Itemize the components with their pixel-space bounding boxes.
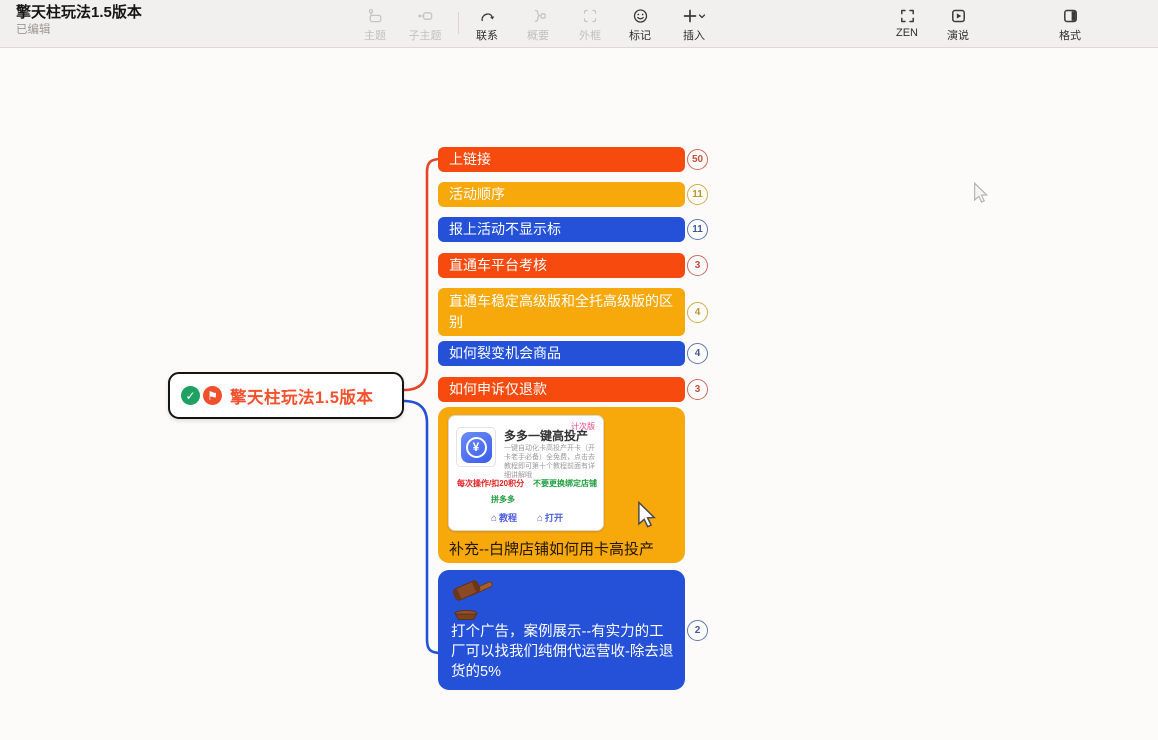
topic-icon [351,6,399,26]
branch-node[interactable]: 直通车稳定高级版和全托高级版的区别 [438,288,685,336]
app-cost-note: 每次操作/扣20积分 [457,478,524,489]
toolbar: 擎天柱玩法1.5版本 已编辑 主题 子主题 联系 概要 外框 [0,0,1158,48]
supplement-node[interactable]: ¥ 多多一键高投产 计次版 一键自动化卡高投产开卡（开卡老手必备）全免费，点击去… [438,407,685,563]
toolbar-zen-label: ZEN [883,27,931,39]
summary-icon [514,6,562,26]
toolbar-zen-button[interactable]: ZEN [883,4,931,46]
branch-label: 如何裂变机会商品 [449,345,561,361]
task-count-badge[interactable]: 4 [687,343,708,364]
branch-node[interactable]: 直通车平台考核 [438,253,685,278]
boundary-icon [566,6,614,26]
toolbar-marker-button[interactable]: 标记 [616,4,664,46]
toolbar-format-button[interactable]: 格式 [1046,4,1094,46]
toolbar-boundary-label: 外框 [566,27,614,43]
toolbar-pitch-button[interactable]: 演说 [934,4,982,46]
branch-label: 报上活动不显示标 [449,221,561,237]
app-platform-label: 拼多多 [491,494,515,505]
check-marker-icon[interactable]: ✓ [181,386,200,405]
branch-label: 直通车平台考核 [449,257,547,273]
branch-node[interactable]: 活动顺序 [438,182,685,207]
zen-mode-icon [883,6,931,26]
subtopic-icon [401,6,449,26]
document-status: 已编辑 [16,23,142,38]
ad-node[interactable]: 打个广告，案例展示--有实力的工厂可以找我们纯佣代运营收-除去退货的5% [438,570,685,690]
central-topic-node[interactable]: ✓ ⚑ 擎天柱玩法1.5版本 [168,372,404,419]
toolbar-relationship-button[interactable]: 联系 [463,4,511,46]
task-count-badge[interactable]: 3 [687,379,708,400]
document-title: 擎天柱玩法1.5版本 [16,3,142,23]
branch-label: 直通车稳定高级版和全托高级版的区别 [449,293,673,330]
flag-marker-icon[interactable]: ⚑ [203,386,222,405]
task-count-badge[interactable]: 2 [687,620,708,641]
toolbar-summary-label: 概要 [514,27,562,43]
toolbar-relationship-label: 联系 [463,27,511,43]
branch-label: 活动顺序 [449,186,505,202]
app-logo-icon: ¥ [461,432,492,463]
toolbar-divider [458,12,459,34]
toolbar-format-label: 格式 [1046,27,1094,43]
task-count-badge[interactable]: 3 [687,255,708,276]
ghost-mouse-cursor [972,182,990,204]
toolbar-insert-button[interactable]: 插入 [668,4,720,46]
home-icon: ⌂ [537,513,543,524]
toolbar-boundary-button[interactable]: 外框 [566,4,614,46]
supplement-caption: 补充--白牌店铺如何用卡高投产 [449,538,654,559]
task-count-badge[interactable]: 50 [687,149,708,170]
relationship-icon [463,6,511,26]
toolbar-subtopic-button[interactable]: 子主题 [401,4,449,46]
play-presentation-icon [934,6,982,26]
branch-node[interactable]: 报上活动不显示标 [438,217,685,242]
home-icon: ⌂ [491,513,497,524]
branch-label: 上链接 [449,151,491,167]
branch-label: 如何申诉仅退款 [449,381,547,397]
app-warning-note: 不要更换绑定店铺 [533,478,597,489]
gavel-icon [451,579,501,621]
ad-node-label: 打个广告，案例展示--有实力的工厂可以找我们纯佣代运营收-除去退货的5% [451,622,675,682]
app-description: 一键自动化卡高投产开卡（开卡老手必备）全免费，点击去教程即可第十个教程前面有详细… [504,444,600,480]
branch-node[interactable]: 如何申诉仅退款 [438,377,685,402]
toolbar-topic-button[interactable]: 主题 [351,4,399,46]
toolbar-summary-button[interactable]: 概要 [514,4,562,46]
toolbar-subtopic-label: 子主题 [401,27,449,43]
toolbar-marker-label: 标记 [616,27,664,43]
toolbar-topic-label: 主题 [351,27,399,43]
app-logo-tile: ¥ [456,427,496,467]
tutorial-button[interactable]: ⌂教程 [491,511,517,524]
toolbar-pitch-label: 演说 [934,27,982,43]
document-meta: 擎天柱玩法1.5版本 已编辑 [16,3,142,38]
embedded-app-screenshot: ¥ 多多一键高投产 计次版 一键自动化卡高投产开卡（开卡老手必备）全免费，点击去… [448,415,604,531]
task-count-badge[interactable]: 4 [687,302,708,323]
task-count-badge[interactable]: 11 [687,219,708,240]
toolbar-insert-label: 插入 [668,27,720,43]
central-topic-label: 擎天柱玩法1.5版本 [230,384,373,408]
task-count-badge[interactable]: 11 [687,184,708,205]
branch-node[interactable]: 上链接 [438,147,685,172]
branch-node[interactable]: 如何裂变机会商品 [438,341,685,366]
app-version-tag: 计次版 [571,421,595,432]
marker-smiley-icon [616,6,664,26]
format-panel-icon [1046,6,1094,26]
mindmap-canvas[interactable]: ✓ ⚑ 擎天柱玩法1.5版本 上链接 活动顺序 报上活动不显示标 直通车平台考核… [0,48,1158,740]
open-button[interactable]: ⌂打开 [537,511,563,524]
insert-plus-icon [668,6,720,26]
